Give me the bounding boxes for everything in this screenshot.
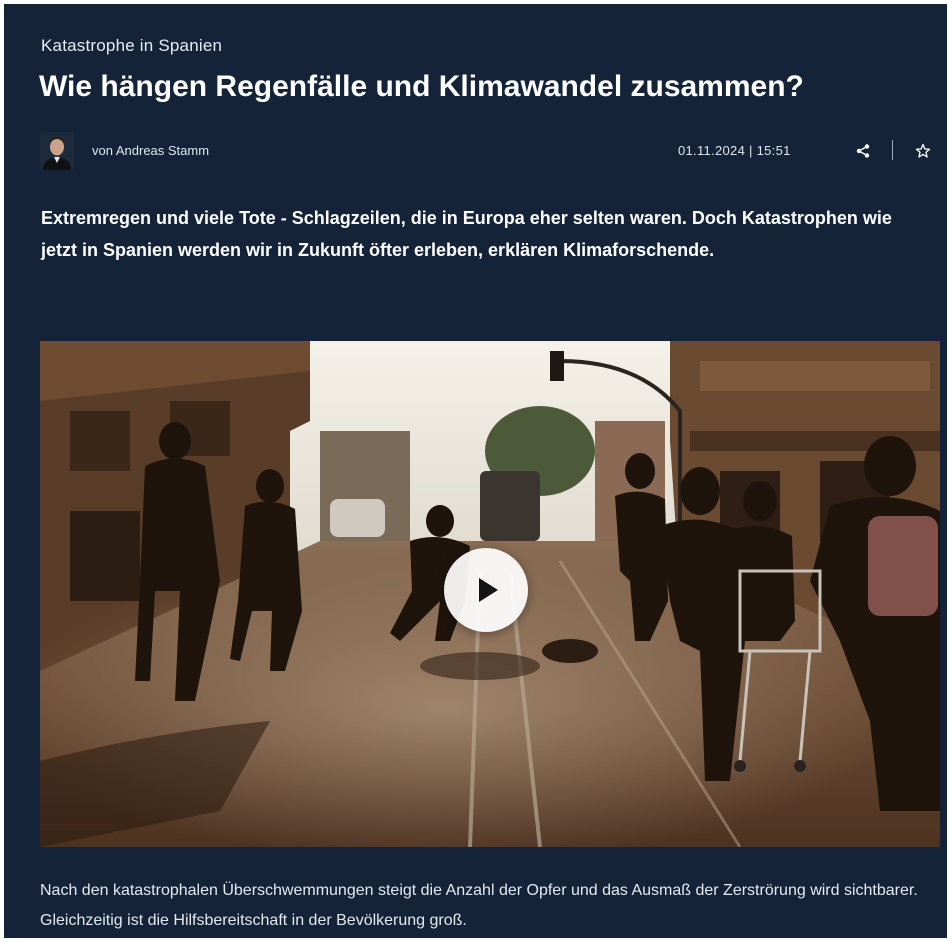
author-avatar[interactable] bbox=[40, 132, 74, 170]
article-headline: Wie hängen Regenfälle und Klimawandel zu… bbox=[39, 70, 804, 103]
star-icon bbox=[915, 143, 931, 158]
author-name[interactable]: von Andreas Stamm bbox=[92, 143, 209, 158]
share-icon bbox=[856, 144, 870, 158]
article-card: Katastrophe in Spanien Wie hängen Regenf… bbox=[4, 4, 947, 938]
share-button[interactable] bbox=[852, 140, 874, 162]
bookmark-button[interactable] bbox=[912, 140, 934, 162]
article-teaser: Extremregen und viele Tote - Schlagzeile… bbox=[41, 208, 892, 260]
play-icon bbox=[479, 578, 498, 602]
image-caption: Nach den katastrophalen Überschwemmungen… bbox=[40, 882, 918, 929]
article-kicker: Katastrophe in Spanien bbox=[41, 36, 223, 55]
play-button[interactable] bbox=[444, 548, 528, 632]
video-player[interactable] bbox=[40, 341, 940, 847]
article-meta: von Andreas Stamm 01.11.2024 | 15:51 bbox=[40, 132, 940, 172]
publish-date: 01.11.2024 | 15:51 bbox=[678, 143, 791, 158]
meta-divider bbox=[892, 140, 893, 160]
